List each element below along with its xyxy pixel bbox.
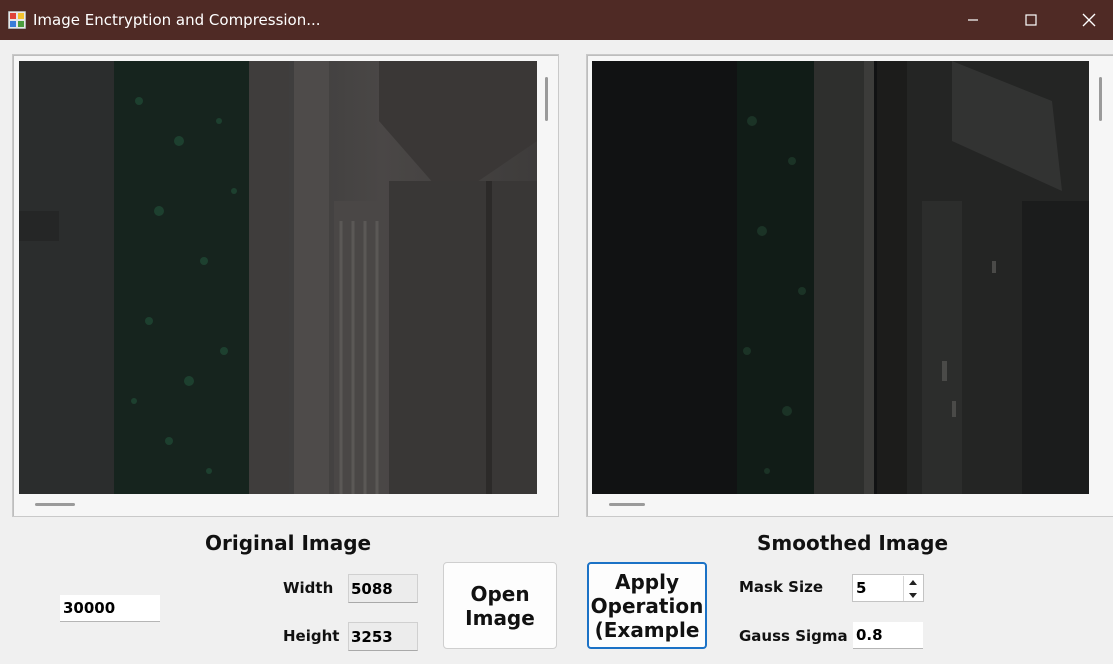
open-image-button[interactable]: Open Image bbox=[443, 562, 557, 649]
maximize-icon bbox=[1025, 14, 1037, 26]
smoothed-image bbox=[592, 61, 1089, 494]
gauss-sigma-input[interactable]: 0.8 bbox=[853, 622, 923, 649]
maximize-button[interactable] bbox=[1002, 0, 1060, 40]
vertical-scrollbar[interactable] bbox=[1099, 77, 1102, 121]
title-bar: Image Enctryption and Compression... bbox=[0, 0, 1113, 40]
stepper-down-button[interactable] bbox=[904, 589, 922, 601]
original-image bbox=[19, 61, 537, 494]
horizontal-scrollbar[interactable] bbox=[609, 503, 645, 506]
apply-operation-button[interactable]: Apply Operation (Example bbox=[587, 562, 707, 649]
mask-size-label: Mask Size bbox=[739, 578, 824, 596]
minimize-icon bbox=[968, 19, 978, 21]
chevron-up-icon bbox=[909, 579, 917, 585]
gauss-sigma-label: Gauss Sigma bbox=[739, 627, 848, 645]
height-label: Height bbox=[283, 627, 340, 645]
original-image-panel[interactable] bbox=[12, 54, 559, 517]
minimize-button[interactable] bbox=[944, 0, 1002, 40]
chevron-down-icon bbox=[909, 592, 917, 598]
width-field[interactable]: 5088 bbox=[348, 574, 418, 603]
stepper-buttons bbox=[903, 576, 922, 601]
height-field[interactable]: 3253 bbox=[348, 622, 418, 651]
vertical-scrollbar[interactable] bbox=[545, 77, 548, 121]
seed-input[interactable]: 30000 bbox=[60, 595, 160, 622]
horizontal-scrollbar[interactable] bbox=[35, 503, 75, 506]
stepper-up-button[interactable] bbox=[904, 576, 922, 588]
width-label: Width bbox=[283, 579, 334, 597]
smoothed-image-panel[interactable] bbox=[586, 54, 1113, 517]
close-button[interactable] bbox=[1060, 0, 1113, 40]
window-title: Image Enctryption and Compression... bbox=[33, 11, 321, 29]
mask-size-value: 5 bbox=[856, 579, 867, 597]
close-icon bbox=[1082, 13, 1096, 27]
mask-size-stepper[interactable]: 5 bbox=[852, 574, 924, 602]
original-image-heading: Original Image bbox=[205, 531, 372, 555]
app-icon bbox=[8, 11, 26, 29]
smoothed-image-heading: Smoothed Image bbox=[757, 531, 949, 555]
